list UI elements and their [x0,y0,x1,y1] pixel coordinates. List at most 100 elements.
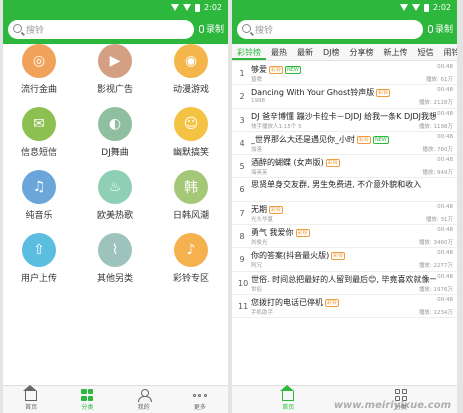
category-gamepad[interactable]: ◉ 动漫游戏 [161,44,221,95]
nav-home[interactable]: 首页 [232,385,345,413]
tab-2[interactable]: 最新 [292,44,318,60]
category-label: 日韩风潮 [172,211,209,221]
category-flame[interactable]: ♨ 欧美热歌 [85,170,145,221]
ringback-badge: 彩铃 [325,159,340,168]
song-artist: 世俗 [251,286,263,293]
song-rank: 11 [238,301,249,311]
song-duration: 00:48 [437,203,453,210]
nav-category[interactable]: 分类 [59,386,115,413]
song-title-wrap: DJ 爸辛博懂 蹦沙卡拉卡－DJDJ 给我一条K DJDJ我想要飞彩铃 [251,111,436,122]
nav-category-label: 分类 [81,404,94,411]
category-film[interactable]: ▶ 影视广告 [85,44,145,95]
song-plays: 播放: 3460万 [418,240,453,247]
tab-4[interactable]: 分享榜 [345,44,379,60]
category-bell[interactable]: ♪ 彩铃专区 [161,233,221,284]
category-label: 用户上传 [20,274,57,284]
song-plays: 播放: 1976万 [418,286,453,293]
category-disc[interactable]: ◐ DJ舞曲 [85,107,145,158]
record-button[interactable]: 录制 [198,22,224,35]
person-icon [137,389,152,402]
song-row[interactable]: 8 勇气 我爱你 彩铃 刘俊光 00:48 播放: 3460万 [232,225,457,249]
tab-7[interactable]: 闹铃 [439,44,457,60]
song-row[interactable]: 7 无期 彩铃 光头华夏 00:48 播放: 31万 [232,202,457,226]
tab-5[interactable]: 新上传 [379,44,413,60]
song-duration: 00:48 [437,296,453,303]
song-artist: 光头华夏 [251,216,274,223]
status-time: 2:02 [204,3,222,12]
tab-0[interactable]: 彩铃榜 [232,44,266,60]
home-icon [23,385,38,401]
record-button[interactable]: 录制 [427,22,453,35]
song-row[interactable]: 9 你的答案(抖音最火版) 彩铃 阿冗 00:48 播放: 2277万 [232,248,457,272]
category-label: 彩铃专区 [172,274,209,284]
nav-mine[interactable]: 我的 [116,386,172,413]
song-artist: 加洛 [251,146,263,153]
battery-icon [424,3,430,12]
nav-home-label: 首页 [282,404,295,411]
search-input[interactable]: 搜铃 [237,20,423,39]
nav-home[interactable]: 首页 [3,385,59,413]
song-duration: 00:48 [437,227,453,234]
song-duration: 00:48 [437,273,453,280]
song-duration: 00:48 [437,64,453,70]
tab-3[interactable]: DJ榜 [318,44,345,60]
song-row[interactable]: 1 够爱 彩铃 NEW 曾舜 00:48 播放: 61万 [232,62,457,86]
category-label: 幽默搞笑 [172,148,209,158]
song-row[interactable]: 10世俗. 时间总把最好的人留到最后😊, 毕竟喜欢就像一阵风😊, 而爱是细水长流… [232,272,457,295]
category-globe[interactable]: ◎ 流行金曲 [9,44,69,95]
tab-1[interactable]: 最热 [266,44,292,60]
song-row[interactable]: 5 酒醉的蝴蝶 (女声版) 彩铃 海英芙 00:48 播放: 949万 [232,155,457,179]
ringback-badge: 彩铃 [269,205,284,214]
new-badge: NEW [373,135,389,144]
song-duration: 00:48 [437,133,453,140]
song-rank: 4 [239,138,245,148]
song-row[interactable]: 3 DJ 爸辛博懂 蹦沙卡拉卡－DJDJ 给我一条K DJDJ我想要飞彩铃快手播放… [232,109,457,132]
song-title-wrap: 无期 彩铃 [251,204,284,215]
category-mail[interactable]: ✉ 信息短信 [9,107,69,158]
song-plays: 播放: 31万 [425,216,453,223]
song-plays: 播放: 61万 [425,77,453,83]
search-icon [242,24,251,33]
watermark: www.meiriyixue.com [333,400,451,411]
status-time: 2:02 [433,3,451,12]
search-input[interactable]: 搜铃 [8,20,194,39]
film-icon: ▶ [98,44,132,78]
music-note-icon: ♫ [22,170,56,204]
song-row[interactable]: 2 Dancing With Your Ghost铃声版 彩铃 1998 00:48 播放… [232,85,457,109]
song-row[interactable]: 4 _世界那么大还是遇见你_小时 彩铃 NEW 加洛 00:48 播放: 760万 [232,132,457,156]
tab-6[interactable]: 短信 [413,44,439,60]
song-plays: 播放: 2128万 [418,100,453,107]
song-row[interactable]: 6 思贤单身交友群, 男生免费进, 不介意外貌和收入 [232,178,457,202]
category-korean-char[interactable]: 韩日韩风潮 [161,170,221,221]
song-title: 无期 [251,204,267,214]
category-smile[interactable]: ☺ 幽默搞笑 [161,107,221,158]
song-rank: 8 [239,232,245,242]
category-label: 其他另类 [96,274,133,284]
song-row[interactable]: 11 您拨打的电话已停机 彩铃 手机助手 00:48 播放: 1234万 [232,295,457,319]
signal-icon [183,4,192,11]
chart-tabs: 彩铃榜 最热 最新 DJ榜 分享榜 新上传 短信 闹铃 [232,44,457,61]
ringback-badge: 彩铃 [269,66,284,74]
category-upload[interactable]: ⇧ 用户上传 [9,233,69,284]
song-title-wrap: 酒醉的蝴蝶 (女声版) 彩铃 [251,157,340,168]
song-artist: 阿冗 [251,263,263,270]
song-title-wrap: Dancing With Your Ghost铃声版 彩铃 [251,87,391,98]
wifi-icon [400,4,409,11]
status-bar: 2:02 [3,0,228,16]
nav-more[interactable]: 更多 [172,386,228,413]
ringback-badge: 彩铃 [295,229,310,238]
song-title: _世界那么大还是遇见你_小时 [251,134,355,144]
category-music-note[interactable]: ♫ 纯音乐 [9,170,69,221]
song-title: 思贤单身交友群, 男生免费进, 不介意外貌和收入 [251,180,422,190]
song-title: 您拨打的电话已停机 [251,297,323,307]
song-rank: 5 [239,162,245,172]
category-label: 流行金曲 [20,85,57,95]
category-paperclip[interactable]: ⌇ 其他另类 [85,233,145,284]
category-label: 信息短信 [20,148,57,158]
nav-mine-label: 我的 [137,404,150,411]
song-title-wrap: 您拨打的电话已停机 彩铃 [251,297,340,308]
category-screen: 2:02 搜铃 录制 ◎ 流行金曲 ▶ 影视广告 ◉ 动漫游戏 ✉ 信息短信 ◐ DJ舞曲 ☺ 幽默搞… [3,0,228,413]
search-icon [13,24,22,33]
song-list: 1 够爱 彩铃 NEW 曾舜 00:48 播放: 61万 2 Dancing With Your… [232,62,457,319]
search-placeholder: 搜铃 [26,26,45,36]
